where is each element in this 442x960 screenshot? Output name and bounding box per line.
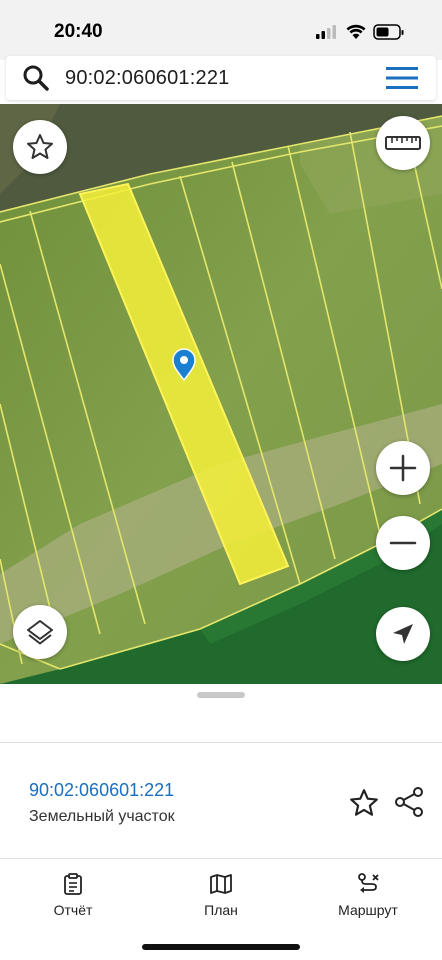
share-icon[interactable] xyxy=(392,785,426,819)
route-icon xyxy=(358,873,379,893)
plus-icon xyxy=(389,454,417,482)
tab-plan-label: План xyxy=(204,902,238,918)
parcel-type-label: Земельный участок xyxy=(29,808,175,825)
status-icons xyxy=(316,24,404,40)
tab-report[interactable]: Отчёт xyxy=(18,872,128,922)
hamburger-menu-icon[interactable] xyxy=(386,67,418,89)
status-time: 20:40 xyxy=(54,21,103,42)
divider xyxy=(0,742,442,743)
sheet-drag-handle[interactable] xyxy=(197,692,245,698)
map-view[interactable] xyxy=(0,104,442,684)
star-icon[interactable] xyxy=(348,787,380,819)
battery-icon xyxy=(373,24,404,40)
tab-plan[interactable]: План xyxy=(166,872,276,922)
map-icon xyxy=(210,874,232,894)
minus-icon xyxy=(389,541,417,545)
status-bar: 20:40 xyxy=(0,0,442,60)
tab-route-label: Маршрут xyxy=(338,902,398,918)
measure-button[interactable] xyxy=(376,116,430,170)
favorite-map-button[interactable] xyxy=(13,120,67,174)
zoom-out-button[interactable] xyxy=(376,516,430,570)
ruler-icon xyxy=(385,136,421,150)
home-indicator xyxy=(142,944,300,950)
navigation-arrow-icon xyxy=(393,624,413,644)
tab-report-label: Отчёт xyxy=(53,902,93,918)
wifi-icon xyxy=(346,24,366,39)
bottom-sheet[interactable]: 90:02:060601:221 Земельный участок Отчёт… xyxy=(0,684,442,960)
zoom-in-button[interactable] xyxy=(376,441,430,495)
tab-route[interactable]: Маршрут xyxy=(313,872,423,922)
search-bar[interactable]: 90:02:060601:221 xyxy=(6,56,436,100)
search-input[interactable]: 90:02:060601:221 xyxy=(65,67,229,90)
locate-me-button[interactable] xyxy=(376,607,430,661)
star-icon xyxy=(27,134,53,159)
layers-icon xyxy=(27,620,53,645)
cellular-signal-icon xyxy=(316,25,336,39)
parcel-number-link[interactable]: 90:02:060601:221 xyxy=(29,780,174,801)
divider xyxy=(0,858,442,859)
layers-button[interactable] xyxy=(13,605,67,659)
report-icon xyxy=(64,873,82,895)
satellite-map[interactable] xyxy=(0,104,442,684)
search-icon[interactable] xyxy=(22,64,50,92)
